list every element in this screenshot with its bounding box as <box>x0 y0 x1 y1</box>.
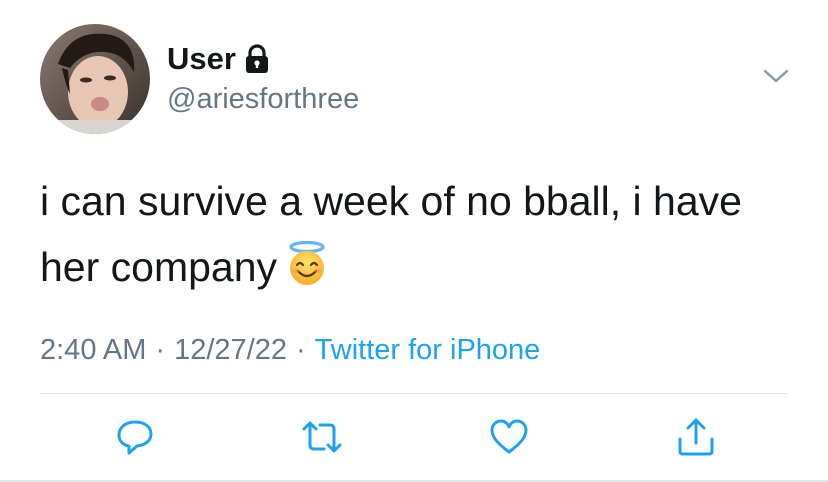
tweet-date: 12/27/22 <box>174 334 287 366</box>
action-bar <box>0 415 828 459</box>
share-icon[interactable] <box>674 415 718 459</box>
source-link[interactable]: Twitter for iPhone <box>315 334 541 366</box>
tweet-time: 2:40 AM <box>40 334 147 366</box>
user-handle[interactable]: @ariesforthree <box>167 81 359 117</box>
smiling-face-with-halo-emoji <box>285 240 329 286</box>
tweet-text: i can survive a week of no bball, i have… <box>40 168 800 300</box>
tweet-meta: 2:40 AM · 12/27/22 · Twitter for iPhone <box>40 331 540 369</box>
retweet-icon[interactable] <box>300 415 344 459</box>
meta-separator: · <box>155 334 166 366</box>
display-name[interactable]: User <box>167 40 236 78</box>
avatar-photo <box>40 24 150 134</box>
like-icon[interactable] <box>487 415 531 459</box>
meta-separator-2: · <box>295 334 306 366</box>
chevron-down-icon[interactable] <box>762 66 790 86</box>
lock-icon <box>244 44 270 74</box>
divider <box>40 393 788 394</box>
reply-icon[interactable] <box>113 415 157 459</box>
tweet-text-content: i can survive a week of no bball, i have… <box>40 178 742 290</box>
avatar[interactable] <box>40 24 150 134</box>
